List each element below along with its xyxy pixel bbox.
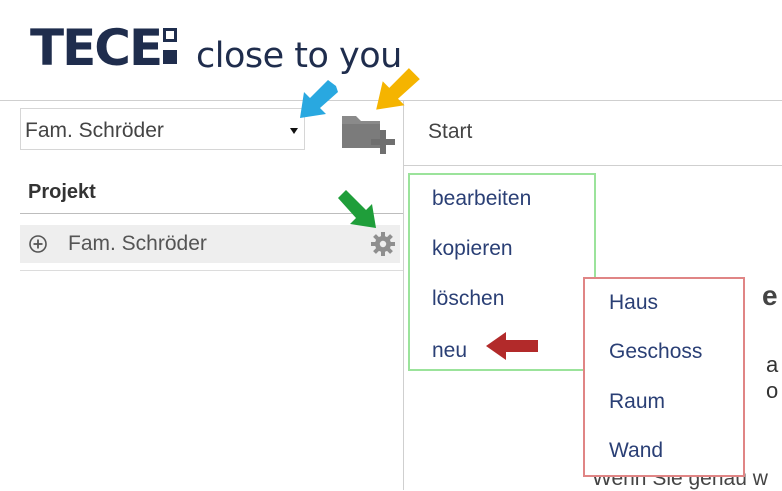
submenu: Haus Geschoss Raum Wand bbox=[583, 277, 745, 477]
blue-arrow-icon bbox=[300, 80, 338, 118]
breadcrumb[interactable]: Start bbox=[428, 120, 472, 144]
brand-tagline: close to you bbox=[196, 36, 402, 76]
orange-arrow-icon bbox=[376, 68, 420, 110]
project-select-value: Fam. Schröder bbox=[25, 119, 164, 142]
folder-add-icon[interactable] bbox=[340, 106, 398, 160]
heading-fragment: e bbox=[762, 280, 778, 311]
plus-circle-icon[interactable] bbox=[28, 234, 48, 254]
menu-item-loeschen[interactable]: löschen bbox=[432, 287, 504, 311]
submenu-item-geschoss[interactable]: Geschoss bbox=[609, 340, 702, 364]
tree-divider bbox=[20, 270, 403, 271]
project-select[interactable]: Fam. Schröder bbox=[20, 108, 305, 150]
submenu-item-haus[interactable]: Haus bbox=[609, 291, 658, 315]
green-arrow-icon bbox=[338, 190, 376, 228]
submenu-item-raum[interactable]: Raum bbox=[609, 390, 665, 414]
red-arrow-icon bbox=[486, 332, 538, 360]
breadcrumb-divider bbox=[404, 165, 782, 166]
brand-logo-mark bbox=[163, 28, 185, 72]
chevron-down-icon bbox=[290, 128, 298, 134]
menu-item-kopieren[interactable]: kopieren bbox=[432, 237, 513, 261]
tree-item-label: Fam. Schröder bbox=[68, 232, 207, 255]
panel-divider bbox=[403, 100, 404, 490]
text-fragment-b: o bbox=[766, 378, 779, 403]
gear-icon[interactable] bbox=[370, 231, 396, 257]
text-fragment-a: a bbox=[766, 352, 779, 377]
section-title: Projekt bbox=[28, 181, 96, 203]
menu-item-neu[interactable]: neu bbox=[432, 339, 467, 363]
submenu-item-wand[interactable]: Wand bbox=[609, 439, 663, 463]
brand-logo: TECE bbox=[30, 19, 163, 77]
menu-item-bearbeiten[interactable]: bearbeiten bbox=[432, 187, 531, 211]
